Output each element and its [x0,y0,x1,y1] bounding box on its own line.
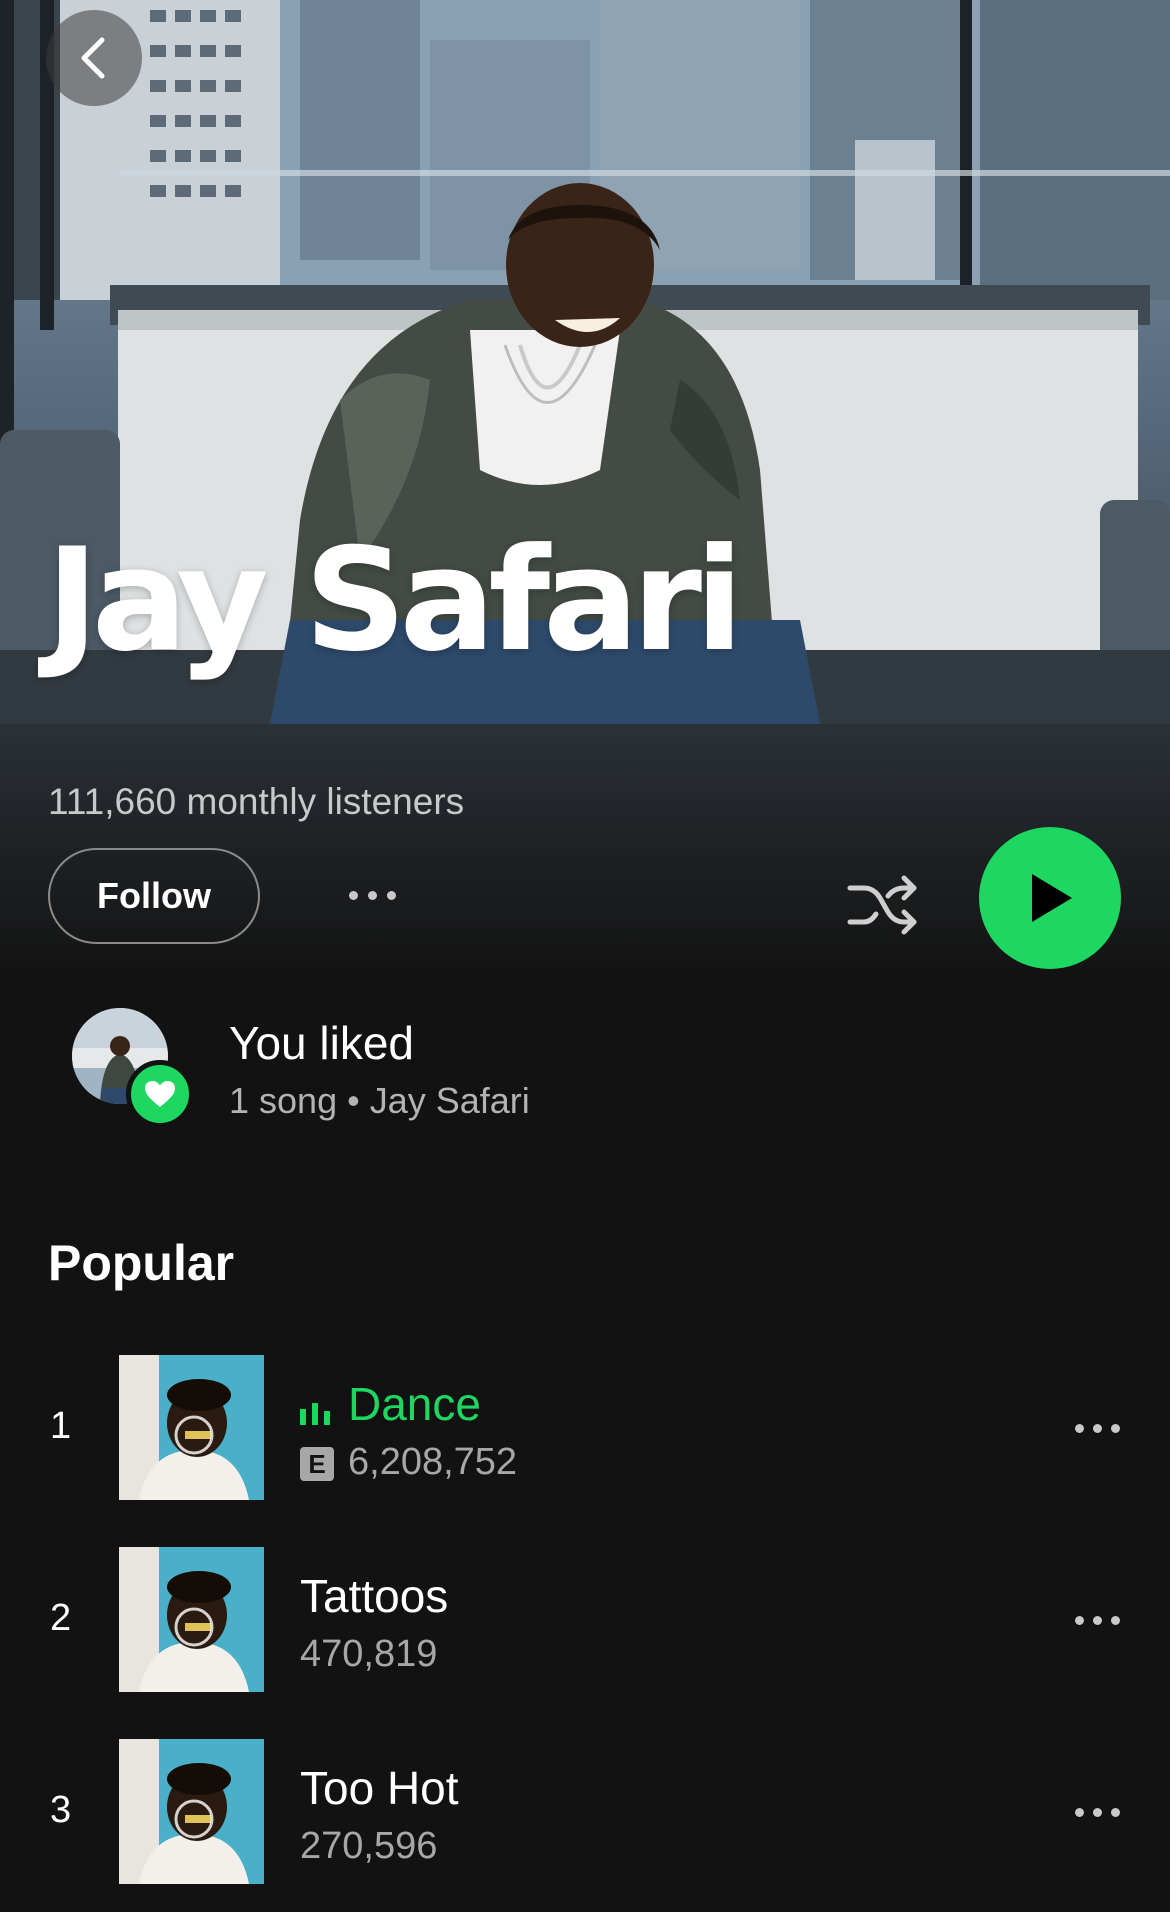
more-horizontal-icon [1074,1615,1120,1625]
monthly-listeners: 111,660 monthly listeners [48,781,465,822]
liked-title: You liked [229,1017,415,1069]
play-icon [1032,874,1072,922]
track-more-button[interactable] [1066,1597,1128,1643]
artist-actions-bar: 111,660 monthly listeners Follow [0,724,1170,969]
shuffle-button[interactable] [840,862,924,946]
track-title: Tattoos [300,1570,449,1622]
shuffle-icon [847,875,917,935]
more-options-button[interactable] [340,870,404,920]
play-button[interactable] [979,827,1121,969]
heart-icon [126,1060,194,1128]
popular-heading: Popular [48,1235,235,1291]
more-horizontal-icon [1074,1807,1120,1817]
track-more-button[interactable] [1066,1789,1128,1835]
track-number: 3 [50,1789,72,1831]
artist-hero: Jay Safari [0,0,1170,724]
chevron-left-icon [81,37,105,79]
artist-name: Jay Safari [46,518,744,683]
more-horizontal-icon [348,890,396,900]
track-artwork [119,1739,264,1884]
now-playing-icon [300,1403,330,1425]
track-more-button[interactable] [1066,1405,1128,1451]
liked-songs-row[interactable]: You liked 1 song • Jay Safari [0,1000,1170,1150]
track-number: 2 [50,1597,72,1639]
track-plays: 270,596 [300,1825,438,1867]
track-artwork [119,1355,264,1500]
back-button[interactable] [46,10,142,106]
track-row[interactable]: 1 Dance E 6,208,752 [0,1355,1170,1501]
follow-button[interactable]: Follow [48,848,260,944]
more-horizontal-icon [1074,1423,1120,1433]
explicit-badge: E [300,1447,334,1481]
liked-subtitle: 1 song • Jay Safari [229,1080,530,1121]
track-artwork [119,1547,264,1692]
track-row[interactable]: 3 Too Hot 270,596 [0,1739,1170,1885]
track-number: 1 [50,1405,72,1447]
track-plays: 6,208,752 [348,1441,518,1483]
track-plays: 470,819 [300,1633,438,1675]
track-title: Too Hot [300,1762,459,1814]
track-title: Dance [348,1378,481,1430]
track-row[interactable]: 2 Tattoos 470,819 [0,1547,1170,1693]
